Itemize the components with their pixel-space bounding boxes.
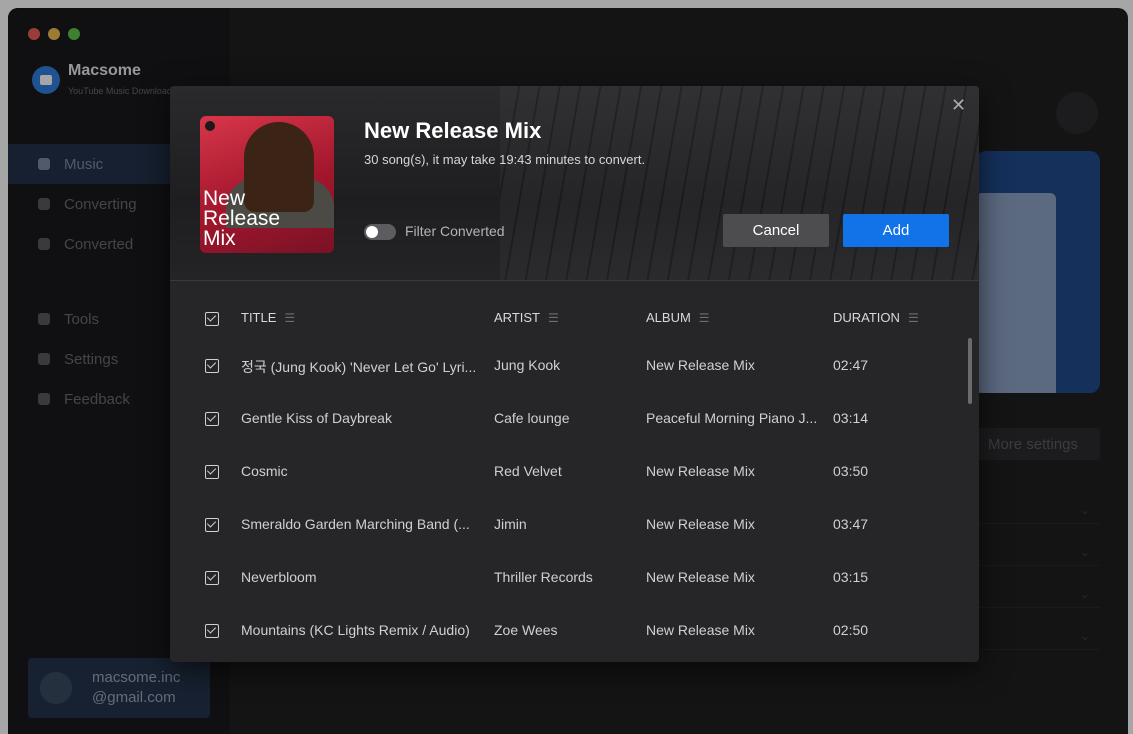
row-checkbox[interactable] xyxy=(205,359,219,373)
cover-text-line1: New xyxy=(203,187,246,210)
song-artist: Zoe Wees xyxy=(494,622,558,638)
conversion-estimate: 30 song(s), it may take 19:43 minutes to… xyxy=(364,152,646,167)
song-duration: 02:50 xyxy=(833,622,869,638)
cover-text-line2: Release xyxy=(203,207,281,230)
row-checkbox[interactable] xyxy=(205,465,219,479)
filter-converted-label: Filter Converted xyxy=(405,223,505,239)
song-album: New Release Mix xyxy=(646,463,755,479)
cover-text-line3: Mix xyxy=(203,227,236,250)
add-songs-dialog: New Release Mix New Release Mix 30 song(… xyxy=(170,86,979,662)
song-artist: Jung Kook xyxy=(494,357,561,373)
playlist-cover: New Release Mix xyxy=(200,116,334,253)
cancel-button[interactable]: Cancel xyxy=(723,214,829,247)
song-title: Mountains (KC Lights Remix / Audio) xyxy=(241,622,470,638)
song-artist: Jimin xyxy=(494,516,527,532)
song-album: New Release Mix xyxy=(646,569,755,585)
table-row[interactable]: Mountains (KC Lights Remix / Audio) Zoe … xyxy=(170,604,970,656)
add-button[interactable]: Add xyxy=(843,214,949,247)
table-header: TITLE ☰ ARTIST ☰ ALBUM ☰ DURATION ☰ xyxy=(170,298,970,338)
table-scrollbar[interactable] xyxy=(968,338,972,404)
song-artist: Thriller Records xyxy=(494,569,593,585)
youtube-music-icon xyxy=(205,121,215,131)
song-artist: Red Velvet xyxy=(494,463,562,479)
song-title: Neverbloom xyxy=(241,569,317,585)
song-duration: 03:50 xyxy=(833,463,869,479)
row-checkbox[interactable] xyxy=(205,624,219,638)
song-title: Gentle Kiss of Daybreak xyxy=(241,410,392,426)
sort-icon: ☰ xyxy=(698,311,710,325)
dialog-header: New Release Mix New Release Mix 30 song(… xyxy=(170,86,979,281)
row-checkbox[interactable] xyxy=(205,518,219,532)
sort-icon: ☰ xyxy=(284,311,296,325)
table-row[interactable]: Smeraldo Garden Marching Band (... Jimin… xyxy=(170,498,970,550)
song-duration: 03:47 xyxy=(833,516,869,532)
select-all-checkbox[interactable] xyxy=(205,312,219,326)
song-artist: Cafe lounge xyxy=(494,410,570,426)
song-duration: 03:15 xyxy=(833,569,869,585)
playlist-title: New Release Mix xyxy=(364,118,542,143)
song-title: 정국 (Jung Kook) 'Never Let Go' Lyri... xyxy=(241,359,477,375)
table-row[interactable]: Cosmic Red Velvet New Release Mix 03:50 xyxy=(170,445,970,497)
song-duration: 03:14 xyxy=(833,410,869,426)
song-duration: 02:47 xyxy=(833,357,869,373)
table-row[interactable]: 정국 (Jung Kook) 'Never Let Go' Lyri... Ju… xyxy=(170,339,970,391)
sort-icon: ☰ xyxy=(548,311,559,325)
song-title: Cosmic xyxy=(241,463,288,479)
column-header-title[interactable]: TITLE ☰ xyxy=(241,310,295,325)
row-checkbox[interactable] xyxy=(205,412,219,426)
table-row[interactable]: Gentle Kiss of Daybreak Cafe lounge Peac… xyxy=(170,392,970,444)
song-title: Smeraldo Garden Marching Band (... xyxy=(241,516,470,532)
column-header-artist[interactable]: ARTIST ☰ xyxy=(494,310,559,325)
column-header-duration[interactable]: DURATION ☰ xyxy=(833,310,919,325)
close-icon[interactable]: ✕ xyxy=(951,95,966,116)
song-album: New Release Mix xyxy=(646,357,755,373)
row-checkbox[interactable] xyxy=(205,571,219,585)
sort-icon: ☰ xyxy=(907,311,919,325)
header-background xyxy=(500,86,979,280)
song-album: New Release Mix xyxy=(646,516,755,532)
song-album: Peaceful Morning Piano J... xyxy=(646,410,818,426)
filter-converted-toggle[interactable] xyxy=(364,224,396,240)
table-row[interactable]: Neverbloom Thriller Records New Release … xyxy=(170,551,970,603)
column-header-album[interactable]: ALBUM ☰ xyxy=(646,310,710,325)
song-album: New Release Mix xyxy=(646,622,755,638)
